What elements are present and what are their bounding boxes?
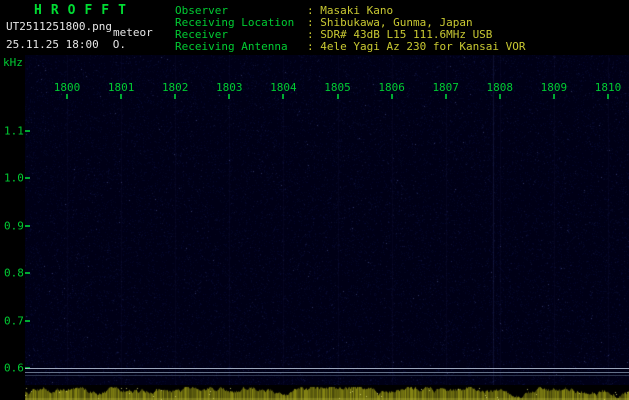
x-tick-label: 1805 — [324, 81, 351, 94]
x-tick-label: 1806 — [378, 81, 405, 94]
y-tick-label: 0.8 — [4, 267, 24, 280]
y-axis-unit-label: kHz — [3, 56, 23, 69]
station-info-block: Observer: Masaki Kano Receiving Location:… — [0, 0, 629, 55]
y-tick-label: 1.1 — [4, 125, 24, 138]
x-tick-mark — [499, 94, 501, 99]
x-tick-label: 1808 — [487, 81, 514, 94]
x-tick-label: 1801 — [108, 81, 135, 94]
hrofft-screen: HROFFT UT2511251800.png meteor 25.11.25 … — [0, 0, 629, 400]
info-value: : 4ele Yagi Az 230 for Kansai VOR — [307, 40, 526, 53]
x-tick-mark — [120, 94, 122, 99]
y-tick-label: 0.6 — [4, 362, 24, 375]
x-tick-label: 1809 — [541, 81, 568, 94]
carrier-line — [25, 372, 629, 373]
x-tick-mark — [66, 94, 68, 99]
x-tick-mark — [228, 94, 230, 99]
x-tick-mark — [391, 94, 393, 99]
y-tick-mark — [25, 320, 30, 322]
x-tick-label: 1800 — [54, 81, 81, 94]
y-tick-label: 0.7 — [4, 315, 24, 328]
info-row: Receiving Antenna : 4ele Yagi Az 230 for … — [0, 40, 629, 52]
x-tick-label: 1804 — [270, 81, 297, 94]
x-tick-label: 1810 — [595, 81, 622, 94]
x-tick-label: 1803 — [216, 81, 243, 94]
spectrogram-plot — [25, 55, 629, 385]
x-tick-label: 1807 — [432, 81, 459, 94]
x-tick-mark — [282, 94, 284, 99]
info-row: Receiving Location: Shibukawa, Gunma, Ja… — [0, 16, 629, 28]
x-tick-mark — [337, 94, 339, 99]
y-tick-mark — [25, 225, 30, 227]
x-tick-mark — [607, 94, 609, 99]
y-tick-mark — [25, 177, 30, 179]
y-tick-label: 1.0 — [4, 172, 24, 185]
x-tick-mark — [174, 94, 176, 99]
y-tick-label: 0.9 — [4, 220, 24, 233]
y-tick-mark — [25, 130, 30, 132]
carrier-line — [25, 368, 629, 369]
info-row: Receiver: SDR# 43dB L15 111.6MHz USB — [0, 28, 629, 40]
x-tick-mark — [553, 94, 555, 99]
carrier-line — [25, 375, 629, 376]
x-tick-mark — [445, 94, 447, 99]
signal-level-strip-canvas — [25, 385, 629, 400]
y-tick-mark — [25, 272, 30, 274]
x-tick-label: 1802 — [162, 81, 189, 94]
info-label: Receiving Antenna — [175, 40, 288, 53]
spectrogram-canvas — [25, 55, 629, 385]
info-row: Observer: Masaki Kano — [0, 4, 629, 16]
